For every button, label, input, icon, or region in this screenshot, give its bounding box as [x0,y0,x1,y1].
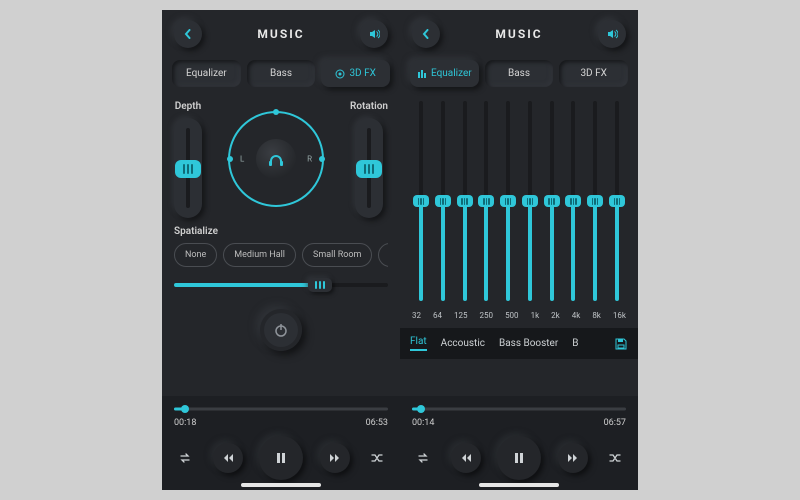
repeat-button[interactable] [174,447,196,469]
back-button[interactable] [412,20,440,48]
eq-band-4k[interactable] [564,101,582,301]
eq-band-label: 1k [531,311,540,320]
tab-bass[interactable]: Bass [247,60,316,87]
eq-band-1k[interactable] [521,101,539,301]
eq-band-125[interactable] [456,101,474,301]
back-button[interactable] [174,20,202,48]
spatialize-option-more[interactable]: Med [378,243,388,267]
pan-dial[interactable]: L R [228,111,324,207]
eq-band-label: 4k [572,311,581,320]
progress-slider[interactable] [412,404,626,414]
save-preset-button[interactable] [614,337,628,351]
page-title: MUSIC [257,27,304,41]
play-pause-button[interactable] [259,436,303,480]
volume-button[interactable] [598,20,626,48]
time-elapsed: 00:14 [412,418,434,428]
player-bar: 00:18 06:53 [162,396,400,490]
depth-label: Depth [175,101,201,112]
tab-3dfx[interactable]: 3D FX [321,60,390,87]
eq-preset-accoustic[interactable]: Accoustic [441,338,485,349]
eq-band-label: 8k [592,311,601,320]
headphone-icon [256,139,296,179]
page-title: MUSIC [495,27,542,41]
eq-band-250[interactable] [477,101,495,301]
power-icon [273,322,289,338]
rewind-button[interactable] [451,443,481,473]
eq-band-label: 500 [505,311,519,320]
rewind-button[interactable] [213,443,243,473]
tab-equalizer[interactable]: Equalizer [172,60,241,87]
home-indicator [479,483,559,487]
tab-bass[interactable]: Bass [485,60,554,87]
time-elapsed: 00:18 [174,418,196,428]
eq-band-8k[interactable] [586,101,604,301]
phone-3dfx: MUSIC Equalizer Bass 3D FX Depth L R [162,10,400,490]
repeat-button[interactable] [412,447,434,469]
eq-band-label: 16k [613,311,626,320]
eq-band-16k[interactable] [608,101,626,301]
tab-3dfx[interactable]: 3D FX [559,60,628,87]
volume-button[interactable] [360,20,388,48]
eq-preset-flat[interactable]: Flat [410,336,427,351]
phone-equalizer: MUSIC Equalizer Bass 3D FX 32 64 125 250 500… [400,10,638,490]
eq-preset-bass-booster[interactable]: Bass Booster [499,338,558,349]
pause-icon [512,451,526,465]
save-icon [614,337,628,351]
tab-equalizer[interactable]: Equalizer [410,60,479,87]
pause-icon [274,451,288,465]
eq-band-32[interactable] [412,101,430,301]
eq-preset-more[interactable]: B [572,338,578,349]
forward-button[interactable] [558,443,588,473]
home-indicator [241,483,321,487]
play-pause-button[interactable] [497,436,541,480]
eq-band-label: 32 [412,311,421,320]
spatialize-option-none[interactable]: None [174,243,217,267]
power-button[interactable] [260,309,302,351]
pan-left-label: L [240,155,244,164]
spatialize-option-medium-hall[interactable]: Medium Hall [223,243,296,267]
eq-band-2k[interactable] [543,101,561,301]
depth-slider[interactable] [174,118,202,218]
spatialize-label: Spatialize [174,226,388,237]
eq-band-label: 64 [433,311,442,320]
eq-band-64[interactable] [434,101,452,301]
spatialize-option-small-room[interactable]: Small Room [302,243,372,267]
progress-slider[interactable] [174,404,388,414]
pan-right-label: R [307,155,312,164]
eq-band-label: 125 [454,311,468,320]
shuffle-button[interactable] [366,447,388,469]
rotation-slider[interactable] [355,118,383,218]
rotation-label: Rotation [350,101,388,112]
time-total: 06:53 [366,418,388,428]
eq-band-label: 250 [480,311,494,320]
fx-icon [335,69,345,79]
eq-band-500[interactable] [499,101,517,301]
shuffle-button[interactable] [604,447,626,469]
equalizer-icon [417,69,427,79]
forward-button[interactable] [320,443,350,473]
player-bar: 00:14 06:57 [400,396,638,490]
spatialize-slider[interactable] [174,277,388,293]
time-total: 06:57 [604,418,626,428]
eq-band-label: 2k [551,311,560,320]
